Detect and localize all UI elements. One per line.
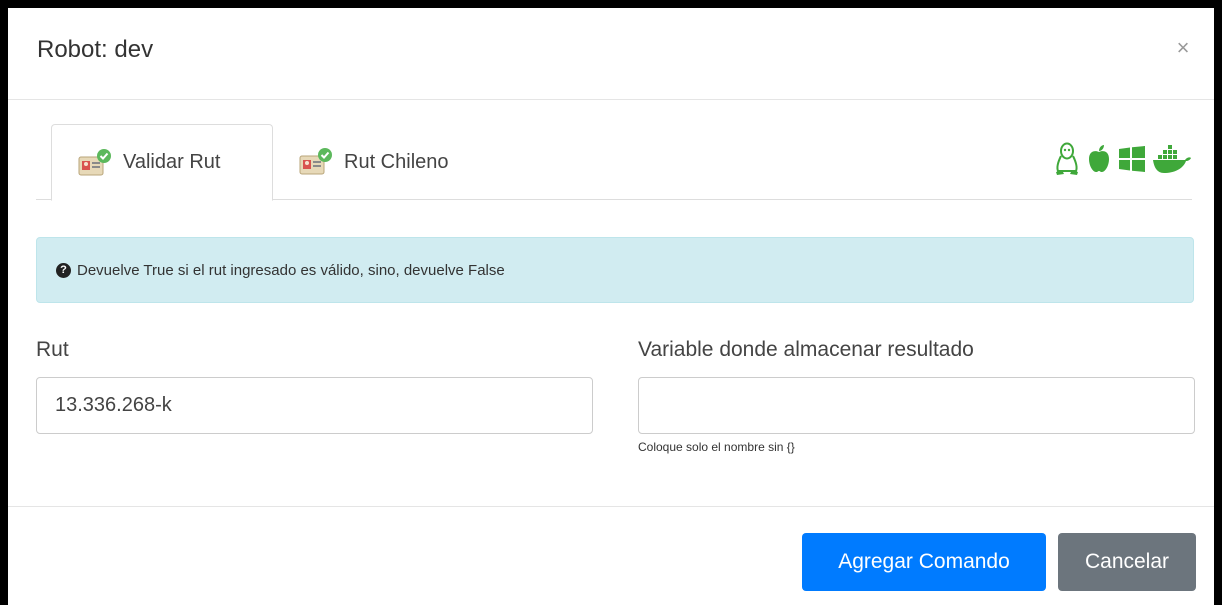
- rut-input[interactable]: [36, 377, 593, 434]
- variable-help-text: Coloque solo el nombre sin {}: [638, 440, 795, 454]
- linux-icon: [1054, 142, 1080, 176]
- modal-footer: Agregar Comando Cancelar: [8, 506, 1214, 605]
- tab-label: Rut Chileno: [344, 150, 449, 173]
- os-support-icons: [1054, 142, 1192, 176]
- tab-rut-chileno[interactable]: Rut Chileno: [298, 124, 449, 200]
- modal-header: Robot: dev ×: [8, 8, 1214, 100]
- cancel-button[interactable]: Cancelar: [1058, 533, 1196, 591]
- alert-text: Devuelve True si el rut ingresado es vál…: [77, 261, 505, 279]
- info-alert: ? Devuelve True si el rut ingresado es v…: [36, 237, 1194, 303]
- rut-label: Rut: [36, 338, 69, 361]
- variable-label: Variable donde almacenar resultado: [638, 338, 974, 361]
- modal-dialog: Robot: dev × Validar Rut Rut Chileno ? D…: [8, 8, 1214, 605]
- modal-title: Robot: dev: [37, 36, 154, 63]
- id-card-check-icon: [298, 147, 334, 177]
- question-circle-icon: ?: [56, 262, 71, 278]
- command-tabs: Validar Rut Rut Chileno: [36, 124, 1192, 201]
- id-card-check-icon: [77, 148, 113, 178]
- close-button[interactable]: ×: [1172, 34, 1194, 62]
- docker-icon: [1152, 144, 1192, 174]
- tab-validar-rut[interactable]: Validar Rut: [51, 124, 273, 201]
- add-command-button[interactable]: Agregar Comando: [802, 533, 1046, 591]
- variable-input[interactable]: [638, 377, 1195, 434]
- apple-icon: [1086, 144, 1112, 174]
- windows-icon: [1118, 146, 1146, 172]
- tab-label: Validar Rut: [123, 151, 221, 173]
